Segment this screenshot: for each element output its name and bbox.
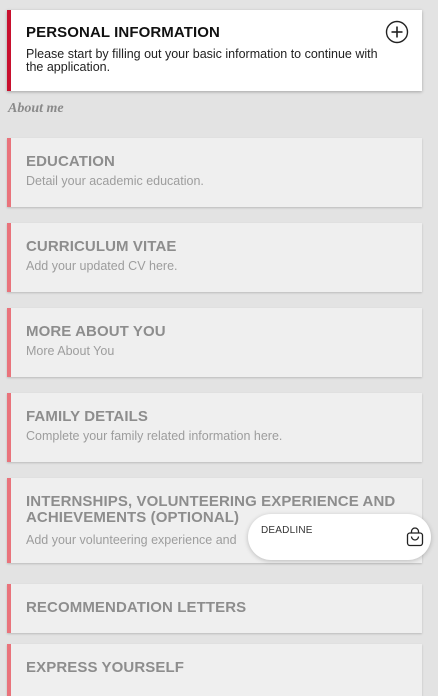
section-title-family-details: FAMILY DETAILS [26, 408, 148, 425]
section-title-education: EDUCATION [26, 153, 115, 170]
section-description-more-about-you: More About You [26, 344, 115, 358]
deadline-button[interactable]: DEADLINE [248, 514, 431, 560]
section-card-curriculum-vitae[interactable]: CURRICULUM VITAE Add your updated CV her… [7, 223, 422, 292]
deadline-label: DEADLINE [261, 525, 313, 536]
section-card-family-details[interactable]: FAMILY DETAILS Complete your family rela… [7, 393, 422, 462]
section-card-express-yourself[interactable]: EXPRESS YOURSELF [7, 644, 422, 696]
section-description-curriculum-vitae: Add your updated CV here. [26, 259, 178, 273]
personal-information-description: Please start by filling out your basic i… [26, 47, 378, 74]
section-title-curriculum-vitae: CURRICULUM VITAE [26, 238, 177, 255]
plus-circle-icon[interactable] [385, 20, 409, 44]
personal-information-title: PERSONAL INFORMATION [26, 24, 220, 41]
section-description-family-details: Complete your family related information… [26, 429, 283, 443]
section-title-more-about-you: MORE ABOUT YOU [26, 323, 166, 340]
section-card-education[interactable]: EDUCATION Detail your academic education… [7, 138, 422, 207]
section-title-recommendation-letters: RECOMMENDATION LETTERS [26, 599, 247, 616]
shopping-bag-icon [406, 527, 424, 547]
personal-information-card[interactable]: PERSONAL INFORMATION Please start by fil… [7, 10, 422, 91]
section-title-express-yourself: EXPRESS YOURSELF [26, 659, 185, 676]
section-card-more-about-you[interactable]: MORE ABOUT YOU More About You [7, 308, 422, 377]
section-description-education: Detail your academic education. [26, 174, 204, 188]
section-label-about-me: About me [8, 101, 64, 116]
section-card-recommendation-letters[interactable]: RECOMMENDATION LETTERS [7, 584, 422, 633]
